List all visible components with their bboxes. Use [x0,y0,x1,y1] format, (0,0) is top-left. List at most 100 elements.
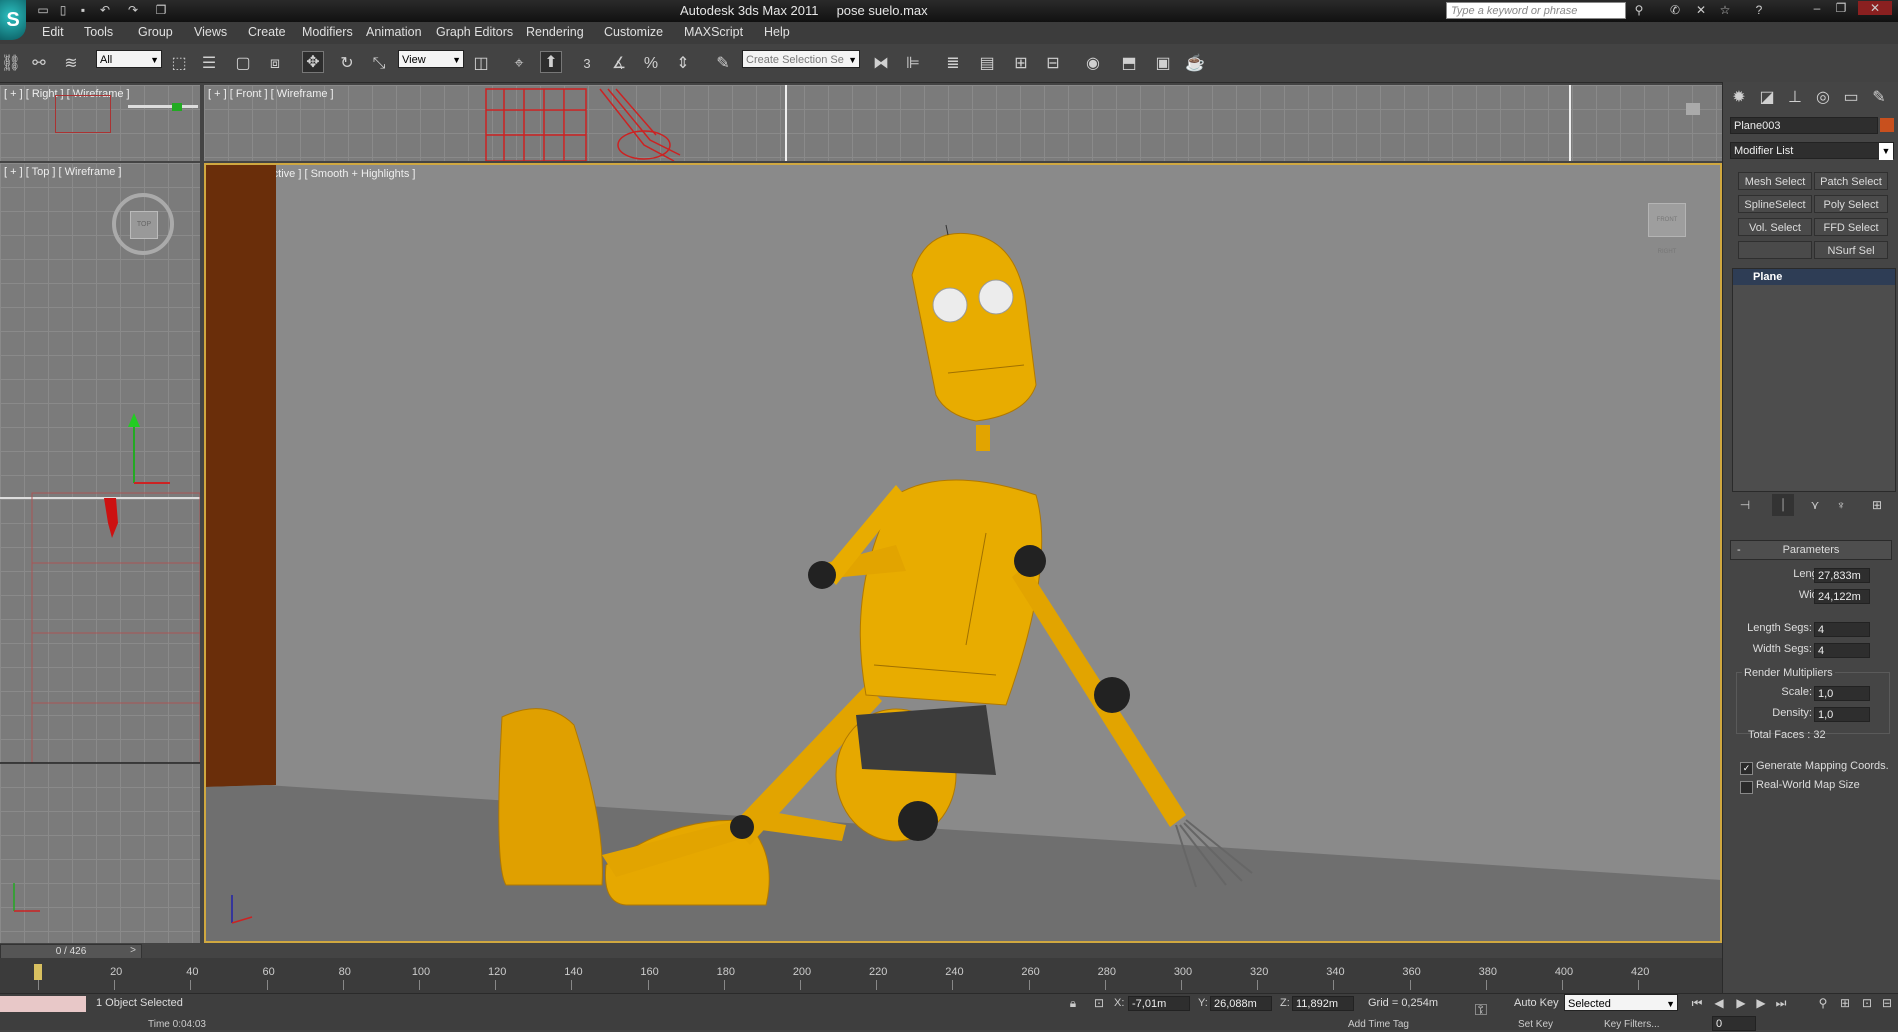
render-production-teapot-icon[interactable]: ☕ [1184,53,1206,75]
modify-tab-icon[interactable]: ◪ [1756,87,1778,109]
menu-modifiers[interactable]: Modifiers [302,25,353,39]
material-editor-icon[interactable]: ◉ [1082,53,1104,75]
width-segs-spinner[interactable]: 4 [1814,643,1870,658]
mesh-select-button[interactable]: Mesh Select [1738,172,1812,190]
vol-select-button[interactable]: Vol. Select [1738,218,1812,236]
create-tab-icon[interactable]: ✹ [1728,87,1750,109]
set-key-button[interactable]: Set Key [1518,1019,1553,1030]
add-time-tag[interactable]: Add Time Tag [1348,1019,1409,1030]
display-tab-icon[interactable]: ▭ [1840,87,1862,109]
zoom-all-icon[interactable]: ⊞ [1838,996,1852,1010]
absolute-mode-icon[interactable]: ⊡ [1092,996,1106,1010]
select-and-scale-icon[interactable]: ⤡ [368,53,390,75]
select-and-move-icon[interactable]: ✥ [302,51,324,73]
project-folder-icon[interactable]: ❐ [154,3,168,17]
nsurf-sel-button[interactable]: NSurf Sel [1814,241,1888,259]
set-key-icon[interactable]: ⚿ [1474,1003,1488,1019]
snaps-toggle-icon[interactable]: 3 [576,53,598,75]
selection-lock-icon[interactable]: 🔒︎ [1066,996,1080,1010]
object-name-input[interactable]: Plane003 [1730,117,1878,134]
favorites-star-icon[interactable]: ☆ [1718,3,1732,17]
maxscript-listener-mini[interactable] [0,996,86,1012]
close-button[interactable]: ✕ [1858,1,1892,15]
undo-icon[interactable]: ↶ [98,3,112,17]
keyboard-shortcut-override-icon[interactable]: ⬆ [540,51,562,73]
menu-maxscript[interactable]: MAXScript [684,25,743,39]
spinner-snap-icon[interactable]: ⇕ [672,53,694,75]
select-by-name-icon[interactable]: ☰ [198,53,220,75]
menu-rendering[interactable]: Rendering [526,25,584,39]
stack-item-plane[interactable]: Plane [1733,269,1895,285]
edit-named-selection-icon[interactable]: ✎ [712,53,734,75]
parameters-rollout-header[interactable]: - Parameters [1730,540,1892,560]
length-spinner[interactable]: 27,833m [1814,568,1870,583]
minimize-button[interactable]: – [1806,1,1828,15]
layer-manager-icon[interactable]: ≣ [942,53,964,75]
pin-stack-icon[interactable]: ⊣ [1734,494,1756,516]
length-segs-spinner[interactable]: 4 [1814,622,1870,637]
viewport-perspective[interactable]: [ + ] [ Perspective ] [ Smooth + Highlig… [204,163,1722,943]
configure-modifier-sets-icon[interactable]: ⊞ [1866,494,1888,516]
time-slider-next-icon[interactable]: > [126,944,140,958]
curve-editor-icon[interactable]: ⊞ [1010,53,1032,75]
zoom-extents-icon[interactable]: ⊡ [1860,996,1874,1010]
viewport-front[interactable]: [ + ] [ Front ] [ Wireframe ] [204,85,1722,161]
z-coord-field[interactable]: 11,892m [1292,996,1354,1011]
patch-select-button[interactable]: Patch Select [1814,172,1888,190]
select-object-icon[interactable]: ⬚ [168,53,190,75]
auto-key-button[interactable]: Auto Key [1514,997,1559,1009]
search-input[interactable]: Type a keyword or phrase [1446,2,1626,19]
restore-button[interactable]: ❐ [1830,1,1852,15]
play-icon[interactable]: ▶ [1734,996,1748,1010]
mirror-icon[interactable]: ⧓ [870,53,892,75]
tools-icon[interactable]: ✕ [1694,3,1708,17]
menu-edit[interactable]: Edit [42,25,64,39]
select-and-link-icon[interactable]: ⛓ [0,53,22,75]
new-file-icon[interactable]: ▭ [36,3,50,17]
redo-icon[interactable]: ↷ [126,3,140,17]
motion-tab-icon[interactable]: ◎ [1812,87,1834,109]
width-spinner[interactable]: 24,122m [1814,589,1870,604]
percent-snap-icon[interactable]: % [640,53,662,75]
go-to-start-icon[interactable]: ⏮ [1690,996,1704,1010]
go-to-end-icon[interactable]: ⏭ [1774,996,1788,1010]
graphite-ribbon-icon[interactable]: ▤ [976,53,998,75]
menu-customize[interactable]: Customize [604,25,663,39]
ffd-select-button[interactable]: FFD Select [1814,218,1888,236]
named-selection-set-dropdown[interactable]: Create Selection Se ▼ [742,50,860,68]
menu-create[interactable]: Create [248,25,286,39]
zoom-icon[interactable]: ⚲ [1816,996,1830,1010]
unlink-icon[interactable]: ⚯ [28,53,50,75]
reference-coordinate-dropdown[interactable]: View ▼ [398,50,464,68]
pivot-center-icon[interactable]: ◫ [470,53,492,75]
binoculars-icon[interactable]: ⚲ [1632,3,1646,17]
app-menu-logo-icon[interactable]: S [0,0,26,40]
previous-frame-icon[interactable]: ◀ [1712,996,1726,1010]
menu-views[interactable]: Views [194,25,227,39]
next-frame-icon[interactable]: ▶ [1754,996,1768,1010]
selection-filter-dropdown[interactable]: All ▼ [96,50,162,68]
save-icon[interactable]: ▪ [76,3,90,17]
scale-spinner[interactable]: 1,0 [1814,686,1870,701]
remove-modifier-icon[interactable]: ♆ [1830,494,1852,516]
rectangular-selection-icon[interactable]: ▢ [232,53,254,75]
spline-select-button[interactable]: SplineSelect [1738,195,1812,213]
timeline-track[interactable]: 20 40 60 80 100 120 140 160 180 200 220 240 260 280 30… [0,958,1722,998]
make-unique-icon[interactable]: ⋎ [1804,494,1826,516]
viewport-top[interactable]: [ + ] [ Top ] [ Wireframe ] TOP [0,163,200,943]
bind-to-spacewarp-icon[interactable]: ≋ [60,53,82,75]
communication-center-icon[interactable]: ✆ [1668,3,1682,17]
show-end-result-icon[interactable]: ⏐ [1772,494,1794,516]
hierarchy-tab-icon[interactable]: ⊥ [1784,87,1806,109]
poly-select-button[interactable]: Poly Select [1814,195,1888,213]
select-and-rotate-icon[interactable]: ↻ [336,53,358,75]
viewport-right[interactable]: [ + ] [ Right ] [ Wireframe ] [0,85,200,161]
object-color-swatch[interactable] [1880,118,1894,132]
real-world-map-checkbox[interactable] [1740,781,1753,794]
menu-tools[interactable]: Tools [84,25,113,39]
angle-snap-icon[interactable]: ∡ [608,53,630,75]
modifier-list-dropdown[interactable]: Modifier List ▼ [1730,142,1894,160]
open-file-icon[interactable]: ▯ [56,3,70,17]
help-icon[interactable]: ? [1752,3,1766,17]
manipulate-icon[interactable]: ⌖ [508,53,530,75]
